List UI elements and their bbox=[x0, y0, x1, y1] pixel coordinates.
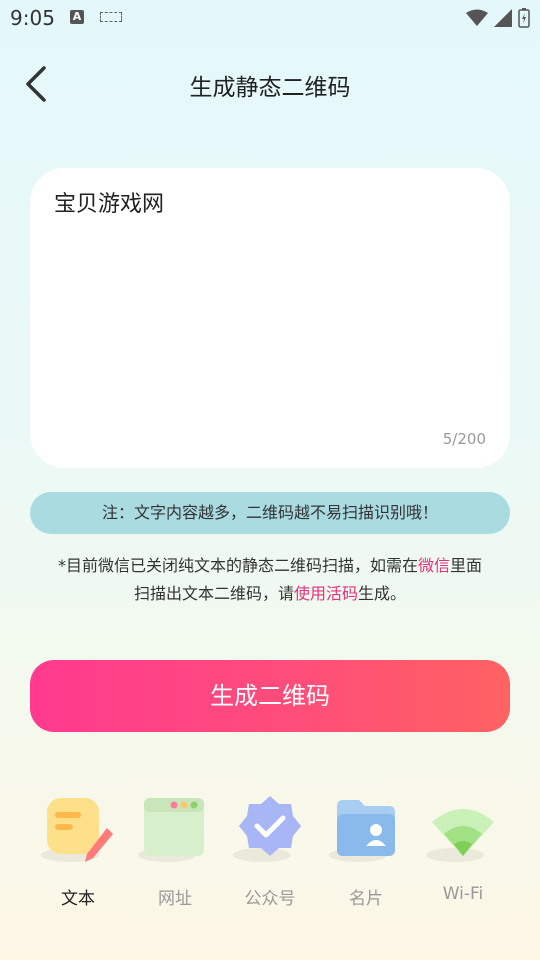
keyboard-icon bbox=[100, 12, 122, 22]
tab-label: Wi-Fi bbox=[442, 884, 484, 904]
hint-text: *目前微信已关闭纯文本的静态二维码扫描，如需在微信里面 扫描出文本二维码，请使用… bbox=[20, 552, 520, 608]
tab-business-card[interactable]: 名片 bbox=[321, 790, 411, 910]
generate-qr-button[interactable]: 生成二维码 bbox=[30, 660, 510, 732]
notice-banner: 注：文字内容越多，二维码越不易扫描识别哦！ bbox=[30, 492, 510, 534]
hint-part: 里面 bbox=[450, 556, 483, 575]
tab-label: 名片 bbox=[349, 889, 383, 909]
hint-part: 生成。 bbox=[358, 584, 407, 603]
hint-part: 扫描出文本二维码，请 bbox=[133, 584, 294, 603]
tab-label: 文本 bbox=[61, 889, 95, 909]
wechat-link[interactable]: 微信 bbox=[418, 556, 450, 575]
tab-official-account[interactable]: 公众号 bbox=[225, 790, 315, 910]
tab-wifi[interactable]: Wi-Fi bbox=[418, 790, 508, 910]
text-input-value[interactable]: 宝贝游戏网 bbox=[54, 186, 164, 218]
wifi-icon bbox=[432, 809, 494, 856]
folder-contact-icon bbox=[337, 800, 395, 856]
tab-text[interactable]: 文本 bbox=[33, 790, 123, 910]
text-input-card[interactable]: 宝贝游戏网 5/200 bbox=[30, 168, 510, 468]
character-counter: 5/200 bbox=[442, 430, 486, 448]
page-title: 生成静态二维码 bbox=[189, 75, 351, 101]
hint-part: *目前微信已关闭纯文本的静态二维码扫描，如需在 bbox=[57, 556, 418, 575]
battery-icon bbox=[518, 8, 530, 28]
note-pencil-icon bbox=[47, 798, 113, 862]
wifi-status-icon bbox=[466, 9, 488, 26]
tab-label: 网址 bbox=[158, 889, 192, 909]
signal-icon bbox=[494, 9, 512, 27]
header: 生成静态二维码 bbox=[0, 50, 540, 116]
verified-badge-icon bbox=[239, 796, 301, 856]
browser-window-icon bbox=[144, 798, 204, 856]
status-bar: 9:05 A bbox=[0, 0, 540, 36]
status-time: 9:05 bbox=[10, 6, 55, 30]
accessibility-icon: A bbox=[70, 10, 84, 24]
tab-label: 公众号 bbox=[244, 889, 296, 909]
tab-url[interactable]: 网址 bbox=[130, 790, 220, 910]
use-live-code-link[interactable]: 使用活码 bbox=[294, 584, 358, 603]
type-tab-bar: 文本 网址 公众号 名片 Wi-Fi bbox=[0, 790, 540, 920]
